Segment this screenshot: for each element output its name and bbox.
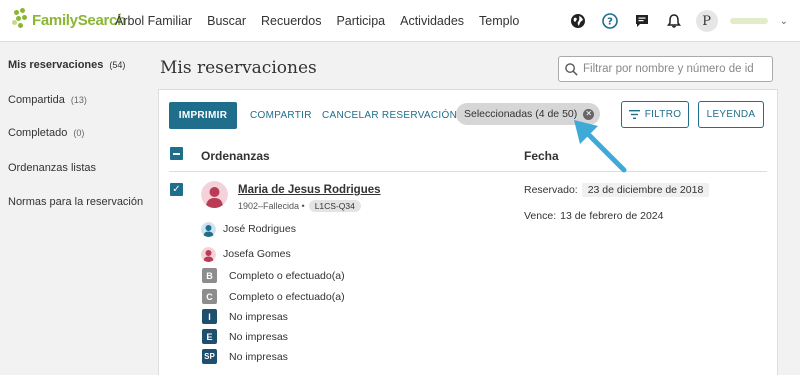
nav-arbol-familiar[interactable]: Árbol Familiar <box>115 14 192 28</box>
female-avatar-icon <box>201 181 228 208</box>
sidebar: Mis reservaciones (54) Compartida (13) Com… <box>0 42 148 375</box>
column-ordinances: Ordenanzas <box>201 149 270 163</box>
nav-templo[interactable]: Templo <box>479 14 519 28</box>
person-name-link[interactable]: Maria de Jesus Rodrigues <box>238 184 381 196</box>
ordinance-status: Completo o efectuado(a) <box>229 270 345 282</box>
top-navigation-bar: FamilySearch Árbol Familiar Buscar Recue… <box>0 0 800 42</box>
print-button[interactable]: IMPRIMIR <box>169 102 237 129</box>
row-checkbox[interactable]: ✓ <box>170 183 183 196</box>
annotation-arrow-icon <box>574 120 627 173</box>
mother-name: Josefa Gomes <box>223 248 291 260</box>
ordinance-status: No impresas <box>229 351 288 363</box>
search-icon <box>565 62 578 76</box>
sidebar-item-label: Completado <box>8 127 68 139</box>
page-title: Mis reservaciones <box>160 58 317 78</box>
nav-recuerdos[interactable]: Recuerdos <box>261 14 321 28</box>
main-nav: Árbol Familiar Buscar Recuerdos Particip… <box>115 14 534 28</box>
nav-buscar[interactable]: Buscar <box>207 14 246 28</box>
search-box[interactable] <box>558 56 773 82</box>
expires-date-value: 13 de febrero de 2024 <box>560 210 664 222</box>
search-input[interactable] <box>583 63 763 75</box>
sidebar-item-label: Normas para la reservación <box>8 196 144 208</box>
table-divider <box>169 171 767 172</box>
female-avatar-icon <box>201 247 216 262</box>
ordinance-status: No impresas <box>229 311 288 323</box>
user-name-blurred <box>729 18 768 24</box>
filter-icon <box>628 110 640 119</box>
person-lifespan: 1902–Fallecida • <box>238 201 305 211</box>
father-name: José Rodrigues <box>223 223 296 235</box>
ordinance-status: Completo o efectuado(a) <box>229 291 345 303</box>
scrollbar[interactable] <box>792 42 800 375</box>
share-link[interactable]: COMPARTIR <box>250 110 312 121</box>
expires-date: Vence: 13 de febrero de 2024 <box>524 210 663 222</box>
bell-icon[interactable] <box>664 11 684 31</box>
expires-label: Vence: <box>524 210 557 222</box>
ordinance-status: No impresas <box>229 331 288 343</box>
nav-actividades[interactable]: Actividades <box>400 14 464 28</box>
header-actions: ? P ⌄ <box>568 10 788 32</box>
sidebar-item-ordenanzas-listas[interactable]: Ordenanzas listas <box>8 162 96 174</box>
sidebar-item-mis-reservaciones[interactable]: Mis reservaciones (54) <box>8 59 125 71</box>
globe-icon[interactable] <box>568 11 588 31</box>
familysearch-logo[interactable]: FamilySearch <box>12 8 126 32</box>
sidebar-item-count: (54) <box>109 60 126 70</box>
ordinance-badge-e[interactable]: E <box>202 329 217 344</box>
sidebar-item-count: (13) <box>70 95 87 105</box>
select-all-checkbox[interactable] <box>170 147 183 160</box>
sidebar-item-compartida[interactable]: Compartida (13) <box>8 94 87 106</box>
reservations-card: IMPRIMIR COMPARTIR CANCELAR RESERVACIÓN … <box>158 89 778 375</box>
logo-text: FamilySearch <box>32 11 126 29</box>
ordinance-badge-sp[interactable]: SP <box>202 349 217 364</box>
ordinance-badge-b[interactable]: B <box>202 268 217 283</box>
sidebar-item-label: Compartida <box>8 94 65 106</box>
cancel-reservation-link[interactable]: CANCELAR RESERVACIÓN <box>322 110 457 121</box>
sidebar-item-completado[interactable]: Completado (0) <box>8 127 84 139</box>
ordinance-badge-i[interactable]: I <box>202 309 217 324</box>
person-id-badge[interactable]: L1CS-Q34 <box>308 200 361 212</box>
reserved-date: Reservado: 23 de diciembre de 2018 <box>524 183 710 197</box>
sidebar-item-label: Ordenanzas listas <box>8 162 97 174</box>
chat-icon[interactable] <box>632 11 652 31</box>
sidebar-item-label: Mis reservaciones <box>8 59 104 71</box>
nav-participa[interactable]: Participa <box>336 14 385 28</box>
sidebar-item-normas-reservacion[interactable]: Normas para la reservación <box>8 196 143 208</box>
legend-button[interactable]: LEYENDA <box>698 101 764 128</box>
filter-label: FILTRO <box>644 109 682 120</box>
filter-button[interactable]: FILTRO <box>621 101 689 128</box>
ordinance-badge-c[interactable]: C <box>202 289 217 304</box>
user-avatar[interactable]: P <box>695 10 718 32</box>
male-avatar-icon <box>201 222 216 237</box>
help-icon[interactable]: ? <box>600 11 620 31</box>
column-date: Fecha <box>524 149 559 163</box>
sidebar-item-count: (0) <box>73 128 85 138</box>
reserved-label: Reservado: <box>524 184 578 196</box>
reserved-date-value: 23 de diciembre de 2018 <box>581 183 710 197</box>
svg-text:?: ? <box>607 17 613 28</box>
tree-logo-icon <box>12 8 30 32</box>
chevron-down-icon[interactable]: ⌄ <box>780 16 788 27</box>
person-meta: 1902–Fallecida • L1CS-Q34 <box>238 200 361 212</box>
